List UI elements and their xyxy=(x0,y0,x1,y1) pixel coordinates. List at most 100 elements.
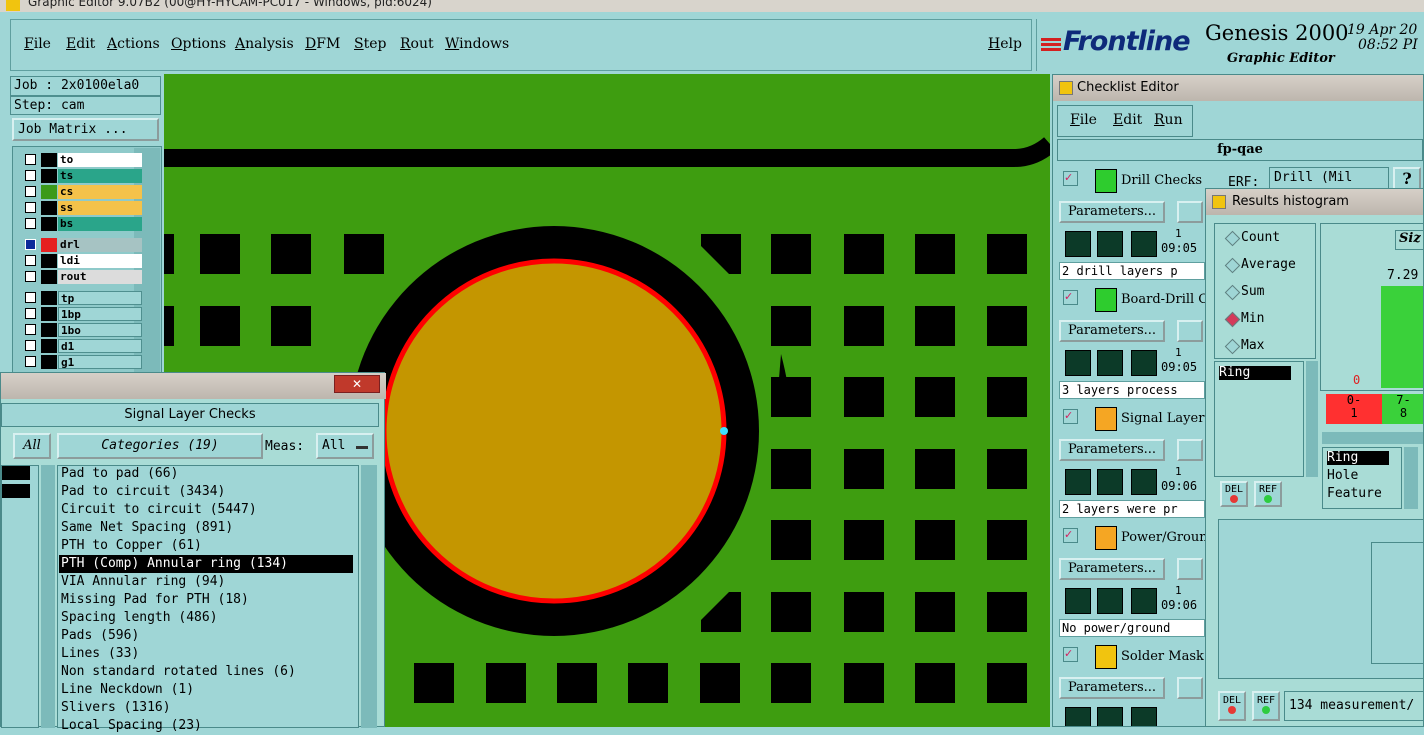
layer-row[interactable]: ldi xyxy=(25,254,143,268)
left-list-item[interactable] xyxy=(2,466,30,480)
category-item[interactable]: Missing Pad for PTH (18) xyxy=(61,591,249,609)
layer-checkbox[interactable] xyxy=(25,170,36,181)
option-max[interactable]: Max xyxy=(1224,338,1264,355)
option-count[interactable]: Count xyxy=(1224,230,1280,247)
menu-dfm[interactable]: DFM xyxy=(305,36,340,52)
checklist-menu-file[interactable]: File xyxy=(1070,112,1097,128)
layer-checkbox[interactable] xyxy=(25,202,36,213)
feature-list-item[interactable]: Feature xyxy=(1327,487,1382,501)
category-item[interactable]: Local Spacing (23) xyxy=(61,717,202,735)
layer-checkbox[interactable] xyxy=(25,292,36,303)
ring-list-item[interactable]: Ring xyxy=(1219,366,1291,380)
left-list[interactable] xyxy=(1,465,39,728)
category-item[interactable]: Lines (33) xyxy=(61,645,139,663)
option-average[interactable]: Average xyxy=(1224,257,1296,274)
menu-step[interactable]: Step xyxy=(354,36,386,52)
layer-row[interactable]: to xyxy=(25,153,143,167)
check-enabled-checkbox[interactable]: ✓ xyxy=(1063,647,1078,662)
run-check-icon[interactable] xyxy=(1097,231,1123,257)
parameters-aux-button[interactable] xyxy=(1177,558,1203,580)
layer-row[interactable]: drl xyxy=(25,238,143,252)
run-check-icon[interactable] xyxy=(1097,469,1123,495)
del-button[interactable]: DEL xyxy=(1220,481,1248,507)
stop-check-icon[interactable] xyxy=(1131,350,1157,376)
layer-row[interactable]: cs xyxy=(25,185,143,199)
erf-dropdown[interactable]: Drill (Mil xyxy=(1269,167,1389,189)
check-enabled-checkbox[interactable]: ✓ xyxy=(1063,171,1078,186)
run-check-icon[interactable] xyxy=(1097,350,1123,376)
left-list-item[interactable] xyxy=(2,484,30,498)
category-item[interactable]: Slivers (1316) xyxy=(61,699,171,717)
bin-0[interactable]: 0- 1 xyxy=(1326,394,1382,424)
category-item[interactable]: VIA Annular ring (94) xyxy=(61,573,225,591)
layer-row[interactable]: 1bp xyxy=(25,307,143,321)
layer-checkbox[interactable] xyxy=(25,154,36,165)
category-item[interactable]: Spacing length (486) xyxy=(61,609,218,627)
menu-edit[interactable]: Edit xyxy=(66,36,95,52)
layer-checkbox[interactable] xyxy=(25,218,36,229)
layer-row[interactable]: rout xyxy=(25,270,143,284)
category-item[interactable]: Line Neckdown (1) xyxy=(61,681,194,699)
run-check-icon[interactable] xyxy=(1065,469,1091,495)
layer-checkbox[interactable] xyxy=(25,186,36,197)
layer-row[interactable]: tp xyxy=(25,291,143,305)
layer-row[interactable]: g1 xyxy=(25,355,143,369)
option-sum[interactable]: Sum xyxy=(1224,284,1264,301)
category-item[interactable]: PTH (Comp) Annular ring (134) xyxy=(59,555,353,573)
run-check-icon[interactable] xyxy=(1065,350,1091,376)
parameters-button[interactable]: Parameters... xyxy=(1059,439,1165,461)
stop-check-icon[interactable] xyxy=(1131,469,1157,495)
menu-actions[interactable]: Actions xyxy=(107,36,160,52)
layer-row[interactable]: bs xyxy=(25,217,143,231)
layer-checkbox[interactable] xyxy=(25,239,36,250)
category-item[interactable]: Circuit to circuit (5447) xyxy=(61,501,257,519)
menu-analysis[interactable]: Analysis xyxy=(235,36,294,52)
layer-row[interactable]: ts xyxy=(25,169,143,183)
feature-list-scrollbar[interactable] xyxy=(1404,447,1418,509)
categories-button[interactable]: Categories (19) xyxy=(57,433,263,459)
layer-checkbox[interactable] xyxy=(25,340,36,351)
meas-dropdown[interactable]: All xyxy=(316,433,374,459)
parameters-button[interactable]: Parameters... xyxy=(1059,320,1165,342)
category-item[interactable]: Non standard rotated lines (6) xyxy=(61,663,296,681)
parameters-aux-button[interactable] xyxy=(1177,677,1203,699)
category-item[interactable]: Pads (596) xyxy=(61,627,139,645)
del-button[interactable]: DEL xyxy=(1218,691,1246,721)
parameters-aux-button[interactable] xyxy=(1177,201,1203,223)
stop-check-icon[interactable] xyxy=(1131,707,1157,726)
run-check-icon[interactable] xyxy=(1065,231,1091,257)
parameters-aux-button[interactable] xyxy=(1177,439,1203,461)
category-scrollbar[interactable] xyxy=(361,465,377,728)
menu-rout[interactable]: Rout xyxy=(400,36,434,52)
check-enabled-checkbox[interactable]: ✓ xyxy=(1063,528,1078,543)
check-enabled-checkbox[interactable]: ✓ xyxy=(1063,409,1078,424)
category-item[interactable]: PTH to Copper (61) xyxy=(61,537,202,555)
layer-checkbox[interactable] xyxy=(25,356,36,367)
ref-button[interactable]: REF xyxy=(1252,691,1280,721)
all-button[interactable]: All xyxy=(13,433,51,459)
parameters-button[interactable]: Parameters... xyxy=(1059,558,1165,580)
left-list-scrollbar[interactable] xyxy=(41,465,55,728)
checklist-menu-edit[interactable]: Edit xyxy=(1113,112,1142,128)
run-check-icon[interactable] xyxy=(1065,588,1091,614)
parameters-button[interactable]: Parameters... xyxy=(1059,677,1165,699)
menu-options[interactable]: Options xyxy=(171,36,226,52)
menu-windows[interactable]: Windows xyxy=(445,36,509,52)
layer-row[interactable]: 1bo xyxy=(25,323,143,337)
histogram-hscrollbar[interactable] xyxy=(1322,432,1423,444)
close-icon[interactable]: ✕ xyxy=(334,375,380,393)
ref-button[interactable]: REF xyxy=(1254,481,1282,507)
parameters-aux-button[interactable] xyxy=(1177,320,1203,342)
run-check-icon[interactable] xyxy=(1065,707,1091,726)
layer-row[interactable]: d1 xyxy=(25,339,143,353)
check-enabled-checkbox[interactable]: ✓ xyxy=(1063,290,1078,305)
menu-file[interactable]: File xyxy=(24,36,51,52)
layer-row[interactable]: ss xyxy=(25,201,143,215)
run-check-icon[interactable] xyxy=(1097,588,1123,614)
layer-checkbox[interactable] xyxy=(25,271,36,282)
feature-list-item[interactable]: Ring xyxy=(1327,451,1389,465)
parameters-button[interactable]: Parameters... xyxy=(1059,201,1165,223)
category-item[interactable]: Pad to circuit (3434) xyxy=(61,483,225,501)
stop-check-icon[interactable] xyxy=(1131,588,1157,614)
menu-help[interactable]: Help xyxy=(988,36,1022,52)
